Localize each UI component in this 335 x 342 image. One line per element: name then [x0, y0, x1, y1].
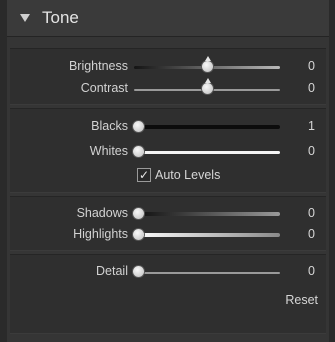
highlights-slider-track[interactable] [134, 233, 280, 237]
panel-title: Tone [42, 8, 79, 27]
slider-label: Brightness [68, 59, 128, 73]
section-shadows-highlights: Shadows 0 Highlights 0 [10, 196, 326, 251]
brightness-slider-knob[interactable] [201, 56, 213, 72]
slider-row-shadows: Shadows 0 [10, 204, 326, 224]
slider-label: Blacks [91, 119, 128, 133]
slider-value: 0 [308, 144, 315, 158]
slider-row-brightness: Brightness 0 [10, 56, 326, 77]
whites-slider-knob[interactable] [132, 146, 144, 157]
reset-button[interactable]: Reset [285, 293, 318, 307]
slider-row-contrast: Contrast 0 [10, 78, 326, 99]
detail-slider-track[interactable] [134, 272, 280, 274]
slider-label: Highlights [73, 227, 128, 241]
slider-row-highlights: Highlights 0 [10, 225, 326, 245]
slider-label: Detail [96, 264, 128, 278]
contrast-slider-knob[interactable] [201, 78, 213, 94]
section-brightness-contrast: Brightness 0 Contrast 0 [10, 48, 326, 105]
slider-value: 0 [308, 227, 315, 241]
panel-header[interactable]: Tone [7, 0, 329, 37]
shadows-slider-track[interactable] [134, 212, 280, 216]
slider-value: 0 [308, 206, 315, 220]
auto-levels-checkbox[interactable]: ✓ [137, 168, 151, 182]
slider-label: Contrast [80, 81, 128, 95]
triangle-down-icon[interactable] [20, 14, 30, 22]
auto-levels-row[interactable]: ✓ Auto Levels [137, 167, 277, 185]
detail-slider-knob[interactable] [132, 266, 144, 277]
auto-levels-label[interactable]: Auto Levels [155, 168, 220, 182]
slider-value: 0 [308, 81, 315, 95]
highlights-slider-knob[interactable] [132, 229, 144, 240]
section-levels: Blacks 1 Whites 0 ✓ Auto Levels [10, 108, 326, 193]
section-detail: Detail 0 Reset [10, 254, 326, 334]
slider-value: 0 [308, 264, 315, 278]
whites-slider-track[interactable] [134, 151, 280, 154]
blacks-slider-knob[interactable] [132, 121, 144, 132]
slider-row-blacks: Blacks 1 [10, 117, 326, 137]
slider-row-detail: Detail 0 [10, 262, 326, 282]
slider-row-whites: Whites 0 [10, 142, 326, 162]
slider-value: 0 [308, 59, 315, 73]
slider-label: Whites [89, 144, 128, 158]
slider-label: Shadows [76, 206, 128, 220]
blacks-slider-track[interactable] [134, 125, 280, 129]
slider-value: 1 [308, 119, 315, 133]
tone-panel: Tone Brightness 0 Contrast 0 Blacks 1 Wh… [7, 0, 329, 342]
shadows-slider-knob[interactable] [132, 208, 144, 219]
